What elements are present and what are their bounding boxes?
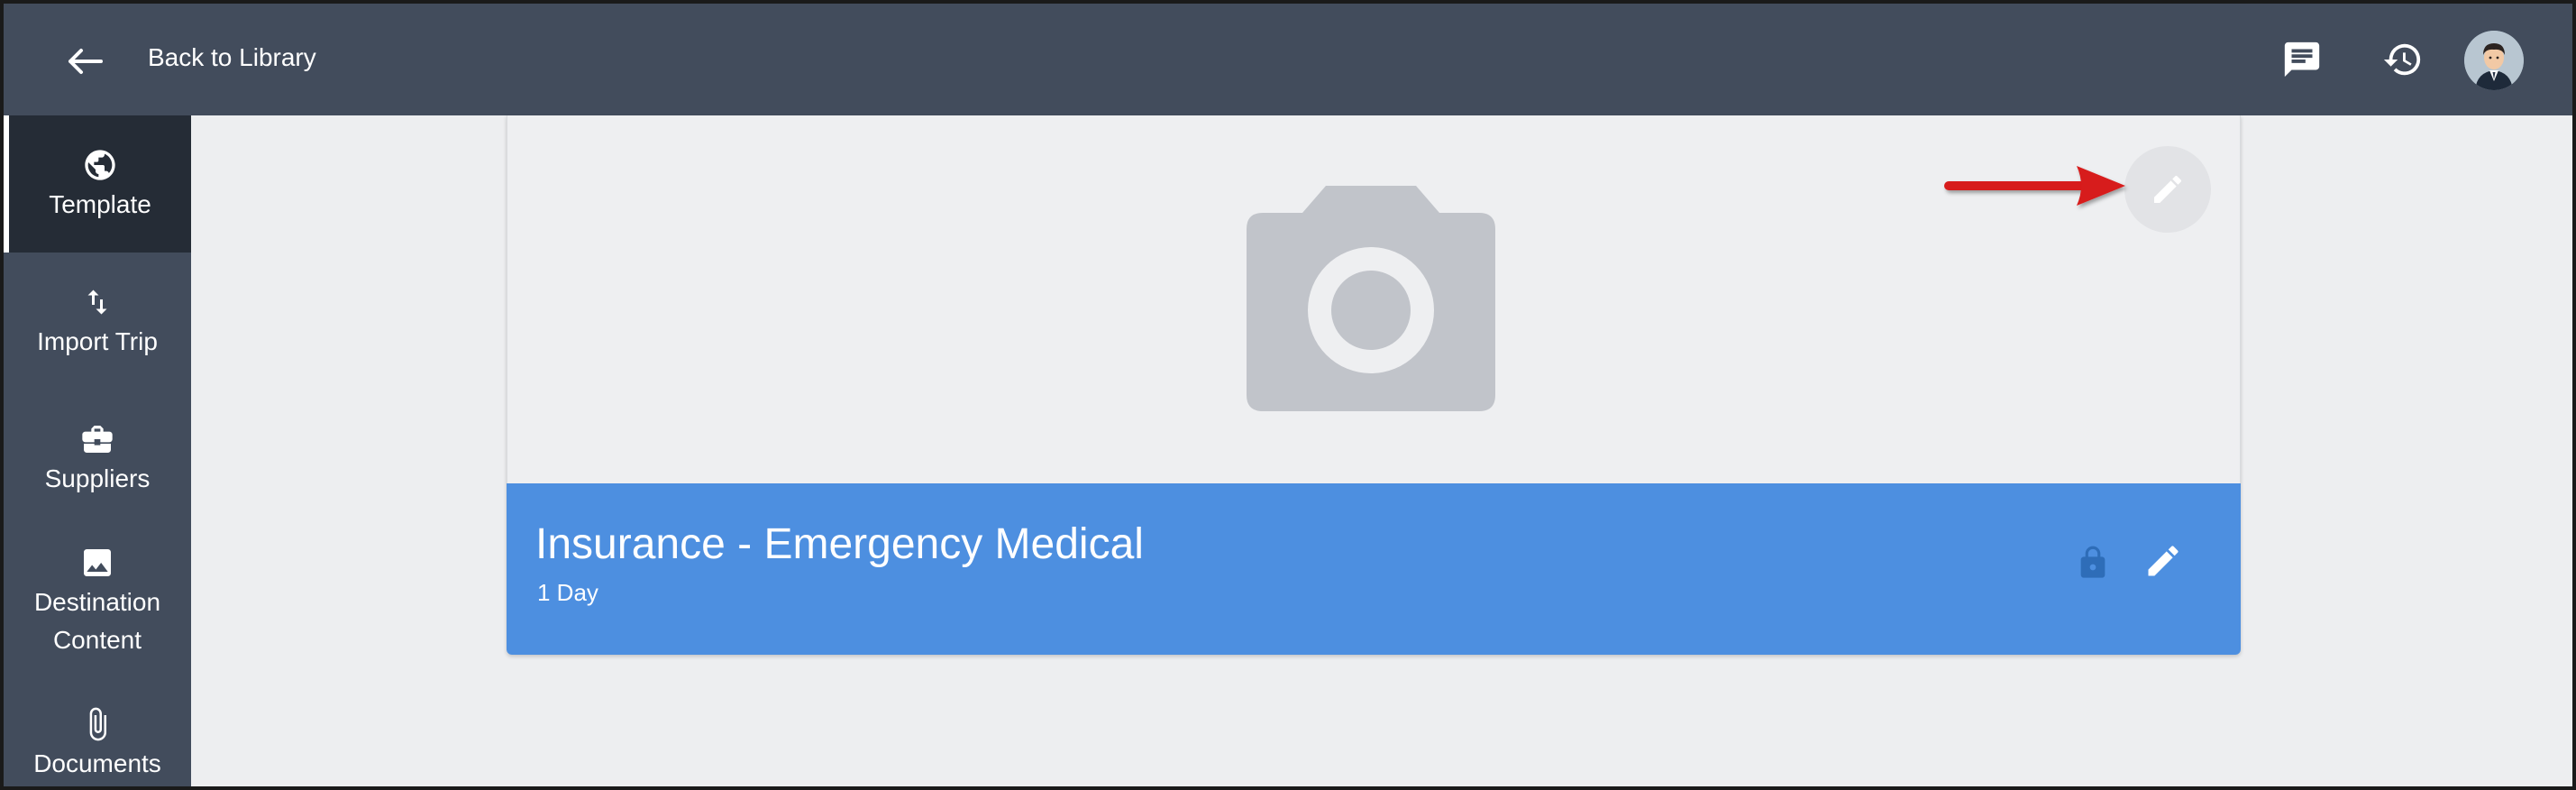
swap-vertical-icon (81, 281, 114, 323)
sidebar-item-template[interactable]: Template (4, 115, 191, 253)
sidebar-item-label: Documents (33, 749, 161, 777)
sidebar-item-import-trip[interactable]: Import Trip (4, 253, 191, 390)
avatar-icon (2464, 31, 2524, 90)
history-icon (2383, 43, 2421, 76)
pencil-icon (2148, 546, 2179, 576)
globe-icon (82, 144, 118, 186)
sidebar-item-documents[interactable]: Documents (4, 675, 191, 786)
sidebar-item-destination-content[interactable]: Destination Content (4, 527, 191, 675)
back-button[interactable] (59, 36, 110, 87)
top-bar: Back to Library (4, 4, 2572, 115)
edit-title-button[interactable] (2138, 536, 2188, 586)
arrow-left-icon (69, 49, 103, 74)
sidebar-item-label: Destination Content (33, 588, 161, 654)
pencil-icon (2154, 175, 2182, 203)
lock-icon (2071, 539, 2115, 586)
history-button[interactable] (2376, 32, 2430, 87)
card-title: Insurance - Emergency Medical (535, 520, 1144, 568)
sidebar-item-label: Import Trip (37, 327, 158, 355)
edit-image-button[interactable] (2124, 146, 2211, 233)
card-title-banner: Insurance - Emergency Medical 1 Day (507, 483, 2241, 655)
camera-icon (1247, 186, 1495, 411)
chat-button[interactable] (2275, 32, 2329, 87)
annotation-arrow (1944, 166, 2125, 206)
sidebar-item-suppliers[interactable]: Suppliers (4, 390, 191, 527)
sidebar: Template Import Trip Suppliers Destinati… (4, 115, 191, 786)
briefcase-icon (79, 418, 115, 460)
app-frame: Back to Library Template Import Trip Sup… (0, 0, 2576, 790)
user-avatar[interactable] (2464, 31, 2524, 90)
card-duration: 1 Day (537, 579, 598, 606)
sidebar-item-label: Suppliers (44, 464, 151, 492)
back-to-library-link[interactable]: Back to Library (148, 43, 316, 72)
paperclip-icon (79, 703, 115, 745)
image-icon (79, 542, 115, 583)
chat-icon (2284, 41, 2320, 78)
sidebar-item-label: Template (49, 190, 151, 218)
